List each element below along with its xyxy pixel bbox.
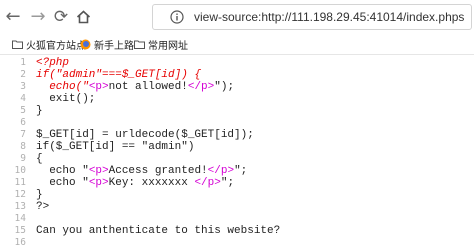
code-segment: Access granted! [108, 165, 208, 177]
code-segment: echo " [36, 165, 89, 177]
line-number: 11 [14, 177, 26, 188]
line-number: 4 [20, 93, 26, 104]
line-code: Can you anthenticate to this website? [36, 225, 281, 237]
forward-arrow-icon[interactable]: → [27, 6, 49, 28]
html-tag: <p> [88, 165, 109, 177]
source-line: 4 exit(); [0, 93, 474, 105]
source-line: 8 if($_GET[id] == "admin") [0, 141, 474, 153]
url-text[interactable]: view-source:http://111.198.29.45:41014/i… [194, 10, 464, 24]
line-code: echo("<p>not allowed!</p>"); [36, 81, 234, 93]
line-number: 1 [20, 57, 26, 68]
bookmark-getting-started[interactable]: 新手上路 [80, 37, 134, 52]
line-code: exit(); [36, 93, 96, 105]
source-line: 15 Can you anthenticate to this website? [0, 225, 474, 237]
source-line: 14 [0, 213, 474, 225]
line-number: 12 [14, 189, 26, 200]
line-number: 10 [14, 165, 26, 176]
code-segment: "); [214, 81, 235, 93]
code-segment: "; [234, 165, 248, 177]
bookmark-common-sites[interactable]: 常用网址 [134, 37, 188, 52]
bookmark-firefox-official[interactable]: 火狐官方站点 [12, 37, 86, 52]
reload-icon[interactable]: ⟳ [50, 6, 72, 28]
source-line: 3 echo("<p>not allowed!</p>"); [0, 81, 474, 93]
source-line: 5 } [0, 105, 474, 117]
line-code: { [36, 153, 43, 165]
line-number: 7 [20, 129, 26, 140]
line-number: 13 [14, 201, 26, 212]
html-tag: <p> [88, 81, 109, 93]
source-line: 11 echo "<p>Key: xxxxxxx </p>"; [0, 177, 474, 189]
source-line: 2 if("admin"===$_GET[id]) { [0, 69, 474, 81]
html-tag: </p> [194, 177, 221, 189]
bookmark-label: 新手上路 [94, 41, 134, 52]
browser-toolbar: ← → ⟳ view-source:http://111.198.29.45:4… [0, 0, 474, 34]
source-line: 13 ?> [0, 201, 474, 213]
line-number: 2 [20, 69, 26, 80]
folder-icon [134, 40, 145, 49]
line-number: 14 [14, 213, 26, 224]
folder-icon [12, 40, 23, 49]
line-number: 16 [14, 237, 26, 248]
line-code: } [36, 105, 43, 117]
line-code: echo "<p>Key: xxxxxxx </p>"; [36, 177, 234, 189]
home-icon[interactable] [72, 6, 94, 28]
line-number: 8 [20, 141, 26, 152]
line-code: if($_GET[id] == "admin") [36, 141, 195, 153]
line-number: 6 [20, 117, 26, 128]
source-line: 1 <?php [0, 57, 474, 69]
line-code: } [36, 189, 43, 201]
bookmark-label: 火狐官方站点 [26, 41, 86, 52]
firefox-icon [80, 39, 91, 50]
back-arrow-icon[interactable]: ← [2, 6, 24, 28]
source-line: 10 echo "<p>Access granted!</p>"; [0, 165, 474, 177]
bookmark-label: 常用网址 [148, 41, 188, 52]
source-line: 16 [0, 237, 474, 249]
line-code: <?php [36, 57, 70, 69]
bookmarks-bar: 火狐官方站点 新手上路 常用网址 [0, 34, 474, 55]
line-code: if("admin"===$_GET[id]) { [36, 69, 202, 81]
source-line: 6 [0, 117, 474, 129]
code-segment: Key: xxxxxxx [108, 177, 195, 189]
line-code: $_GET[id] = urldecode($_GET[id]); [36, 129, 254, 141]
code-segment: echo(" [36, 81, 89, 93]
html-tag: </p> [207, 165, 235, 177]
html-tag: </p> [187, 81, 215, 93]
line-number: 9 [20, 153, 26, 164]
source-line: 9 { [0, 153, 474, 165]
line-number: 3 [20, 81, 26, 92]
code-segment: "; [220, 177, 235, 189]
address-bar[interactable]: view-source:http://111.198.29.45:41014/i… [152, 4, 472, 30]
line-number: 5 [20, 105, 26, 116]
info-icon[interactable] [170, 10, 184, 24]
source-line: 7 $_GET[id] = urldecode($_GET[id]); [0, 129, 474, 141]
line-code: ?> [36, 201, 50, 213]
code-segment: echo " [36, 177, 89, 189]
code-segment: not allowed! [108, 81, 188, 93]
line-code: echo "<p>Access granted!</p>"; [36, 165, 247, 177]
line-number: 15 [14, 225, 26, 236]
source-line: 12 } [0, 189, 474, 201]
html-tag: <p> [88, 177, 109, 189]
